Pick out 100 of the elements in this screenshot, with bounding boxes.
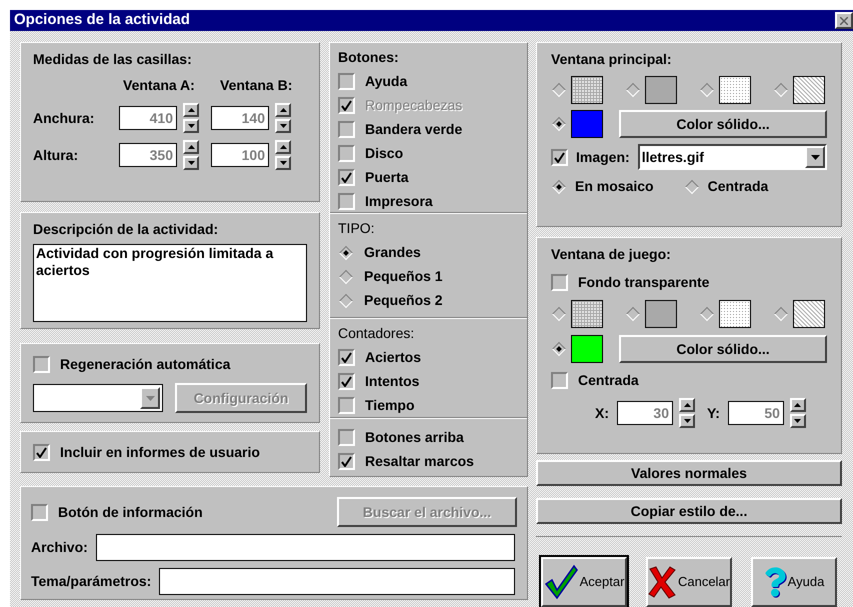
radio-button[interactable] <box>551 178 567 194</box>
checkbox[interactable] <box>338 121 355 138</box>
spin-down-button[interactable] <box>183 119 199 133</box>
checkbox[interactable] <box>551 372 568 389</box>
radio-button[interactable] <box>551 82 567 98</box>
pattern-swatch[interactable] <box>571 76 603 104</box>
number-field[interactable]: 410 <box>119 106 177 130</box>
checkbox[interactable] <box>338 73 355 90</box>
checkbox[interactable] <box>551 148 568 166</box>
field-label: X: <box>595 404 609 422</box>
action-button[interactable]: Copiar estilo de... <box>536 498 842 524</box>
radio-label: Centrada <box>708 177 768 196</box>
number-field[interactable]: 50 <box>728 401 784 425</box>
checkbox[interactable] <box>338 373 355 390</box>
up-arrow-icon <box>188 145 194 149</box>
checkbox-label: Fondo transparente <box>578 273 710 292</box>
spin-up-button[interactable] <box>275 140 291 154</box>
text-field[interactable] <box>96 534 515 561</box>
pattern-swatch[interactable] <box>719 76 751 104</box>
checkbox-label: Incluir en informes de usuario <box>60 442 260 462</box>
radio-button[interactable] <box>551 116 567 132</box>
radio-label: Grandes <box>364 243 421 262</box>
text-field[interactable] <box>159 568 515 595</box>
radio-button[interactable] <box>699 306 715 322</box>
spin-down-button[interactable] <box>790 414 806 428</box>
checkbox-label: Imagen: <box>576 148 630 167</box>
up-arrow-icon <box>188 108 194 112</box>
pattern-swatch[interactable] <box>645 76 677 104</box>
section-title: Botones: <box>338 48 400 67</box>
checkbox-label: Centrada <box>578 371 639 390</box>
spin-down-button[interactable] <box>275 119 291 133</box>
color-swatch[interactable] <box>571 110 603 138</box>
check-icon <box>341 172 352 183</box>
radio-button[interactable] <box>773 306 789 322</box>
pattern-swatch[interactable] <box>571 300 603 328</box>
spin-down-button[interactable] <box>275 156 291 170</box>
action-button[interactable]: Valores normales <box>536 460 842 486</box>
checkbox[interactable] <box>338 397 355 414</box>
radio-button[interactable] <box>338 244 354 260</box>
radio-button[interactable] <box>625 306 641 322</box>
checkbox-label: Intentos <box>365 372 420 391</box>
close-button[interactable] <box>835 12 853 29</box>
down-arrow-icon <box>146 396 155 400</box>
number-field[interactable]: 30 <box>617 401 673 425</box>
pattern-swatch[interactable] <box>645 300 677 328</box>
radio-button[interactable] <box>684 178 700 194</box>
checkbox[interactable] <box>33 444 50 460</box>
spin-down-button[interactable] <box>679 414 695 428</box>
description-field[interactable]: Actividad con progresión limitada a aciertos <box>33 244 307 322</box>
dialog-button[interactable]: Ayuda <box>751 557 837 607</box>
spin-up-button[interactable] <box>183 103 199 117</box>
spin-up-button[interactable] <box>679 398 695 412</box>
column-header: Ventana A: <box>123 76 196 95</box>
close-icon <box>840 16 848 24</box>
up-arrow-icon <box>280 145 286 149</box>
checkbox[interactable] <box>31 504 48 520</box>
field-label: Tema/parámetros: <box>31 572 152 591</box>
solid-color-button[interactable]: Color sólido... <box>619 110 827 138</box>
image-dropdown[interactable]: lletres.gif <box>638 144 827 170</box>
checkbox[interactable] <box>338 429 355 446</box>
radio-button[interactable] <box>773 82 789 98</box>
dialog-button[interactable]: Aceptar <box>541 557 627 607</box>
number-field[interactable]: 100 <box>211 143 269 167</box>
pattern-swatch[interactable] <box>793 76 825 104</box>
radio-button[interactable] <box>338 292 354 308</box>
number-field[interactable]: 350 <box>119 143 177 167</box>
checkbox-label: Tiempo <box>365 396 415 415</box>
row-label: Altura: <box>33 146 80 164</box>
up-arrow-icon <box>794 403 802 407</box>
checkbox[interactable] <box>338 453 355 470</box>
color-swatch[interactable] <box>571 335 603 363</box>
checkbox[interactable] <box>551 274 568 291</box>
check-icon <box>36 446 47 458</box>
dropdown-button[interactable] <box>140 387 160 409</box>
radio-button[interactable] <box>551 306 567 322</box>
radio-button[interactable] <box>338 268 354 284</box>
spin-up-button[interactable] <box>183 140 199 154</box>
spin-down-button[interactable] <box>183 156 199 170</box>
number-field[interactable]: 140 <box>211 106 269 130</box>
checkbox[interactable] <box>338 193 355 210</box>
checkbox[interactable] <box>338 169 355 186</box>
dialog-button[interactable]: Cancelar <box>646 557 732 607</box>
spin-up-button[interactable] <box>275 103 291 117</box>
radio-button[interactable] <box>625 82 641 98</box>
spin-up-button[interactable] <box>790 398 806 412</box>
row-label: Anchura: <box>33 108 96 128</box>
solid-color-button[interactable]: Color sólido... <box>619 335 827 363</box>
checkbox[interactable] <box>338 145 355 162</box>
checkbox-label: Resaltar marcos <box>365 452 474 471</box>
radio-button[interactable] <box>699 82 715 98</box>
check-icon <box>554 152 565 162</box>
pattern-swatch[interactable] <box>719 300 751 328</box>
dropdown-field[interactable] <box>33 384 164 412</box>
dropdown-button[interactable] <box>805 146 825 168</box>
down-arrow-icon <box>684 419 690 423</box>
down-arrow-icon <box>794 419 802 423</box>
checkbox-label: Botón de información <box>58 502 203 522</box>
checkbox[interactable] <box>338 349 355 366</box>
radio-button[interactable] <box>551 341 567 357</box>
pattern-swatch[interactable] <box>793 300 825 328</box>
